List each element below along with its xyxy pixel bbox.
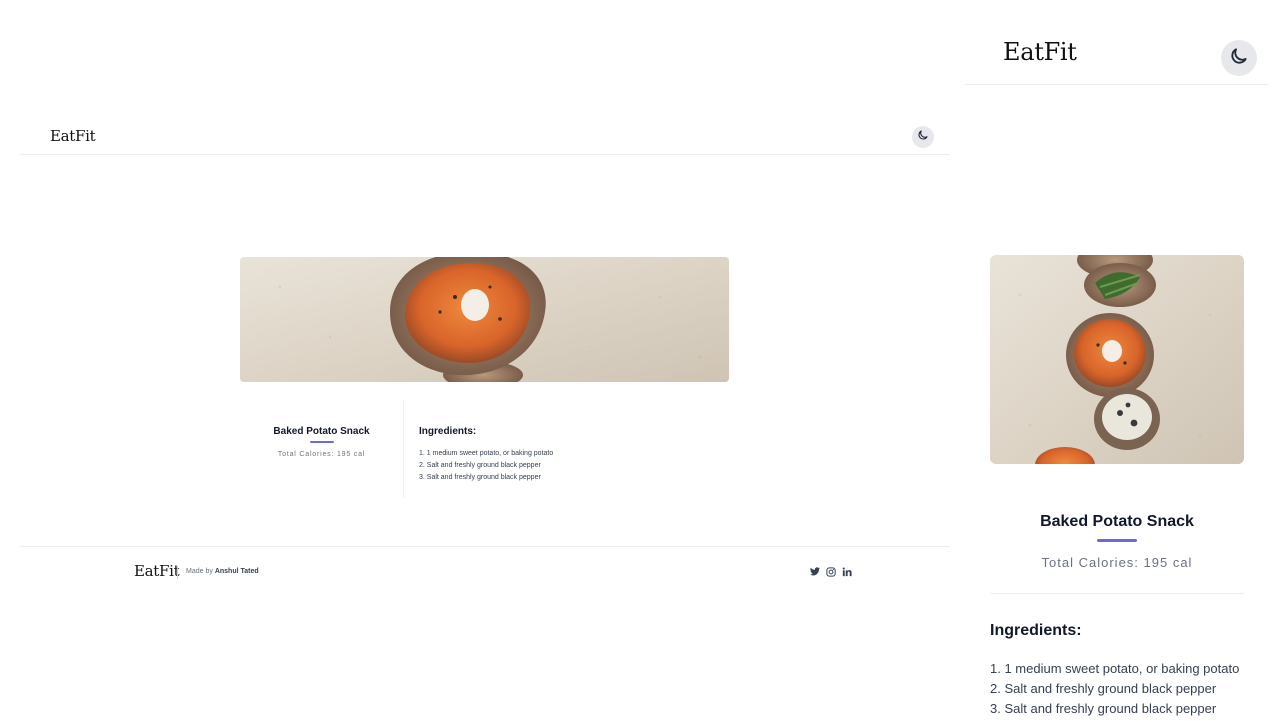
recipe-title: Baked Potato Snack: [273, 426, 370, 437]
recipe-image: [240, 257, 729, 382]
ingredients-list: 1. 1 medium sweet potato, or baking pota…: [419, 448, 553, 484]
mobile-ingredients-heading: Ingredients:: [990, 622, 1082, 639]
made-by-text: Made by Anshul Tated: [186, 568, 259, 575]
logo[interactable]: EatFit: [50, 127, 96, 145]
ingredient-item: 1. 1 medium sweet potato, or baking pota…: [419, 450, 554, 457]
recipe-summary: Baked Potato Snack Total Calories: 195 c…: [240, 400, 404, 498]
twitter-icon[interactable]: [809, 566, 820, 577]
mobile-recipe-image: [990, 255, 1244, 464]
site-header: EatFit: [20, 118, 950, 155]
mobile-preview: EatFit Baked Potato Snack Total Calories…: [965, 0, 1268, 728]
mobile-theme-toggle-button[interactable]: [1221, 40, 1257, 76]
social-links: [809, 566, 852, 577]
ingredient-item: 3. Salt and freshly ground black pepper: [419, 474, 541, 481]
ingredients-heading: Ingredients:: [419, 426, 477, 437]
mobile-recipe-summary: Baked Potato Snack Total Calories: 195 c…: [990, 513, 1244, 594]
instagram-icon[interactable]: [825, 566, 836, 577]
ingredient-item: 2. Salt and freshly ground black pepper: [990, 681, 1217, 696]
linkedin-icon[interactable]: [841, 566, 852, 577]
mobile-total-calories: Total Calories: 195 cal: [1041, 555, 1193, 570]
moon-icon: [917, 128, 929, 146]
title-underline: [309, 441, 334, 443]
footer-logo[interactable]: EatFit: [134, 562, 180, 580]
title-underline: [1097, 539, 1137, 542]
mobile-recipe-title: Baked Potato Snack: [1040, 513, 1194, 530]
made-by-prefix: Made by: [186, 568, 213, 575]
mobile-ingredients-list: 1. 1 medium sweet potato, or baking pota…: [990, 659, 1239, 719]
desktop-preview: EatFit Baked Potato Snack Total Calories…: [20, 0, 950, 728]
theme-toggle-button[interactable]: [912, 126, 934, 148]
moon-icon: [1229, 46, 1249, 71]
ingredient-item: 3. Salt and freshly ground black pepper: [990, 701, 1217, 716]
total-calories: Total Calories: 195 cal: [277, 451, 366, 458]
ingredient-item: 1. 1 medium sweet potato, or baking pota…: [990, 661, 1240, 676]
author-link[interactable]: Anshul Tated: [215, 568, 259, 575]
ingredient-item: 2. Salt and freshly ground black pepper: [419, 462, 541, 469]
footer-divider: [177, 566, 178, 579]
ingredients-section: Ingredients: 1. 1 medium sweet potato, o…: [419, 426, 553, 484]
site-footer: EatFit Made by Anshul Tated: [20, 546, 950, 597]
mobile-logo[interactable]: EatFit: [1003, 38, 1077, 66]
mobile-header: EatFit: [965, 0, 1268, 85]
